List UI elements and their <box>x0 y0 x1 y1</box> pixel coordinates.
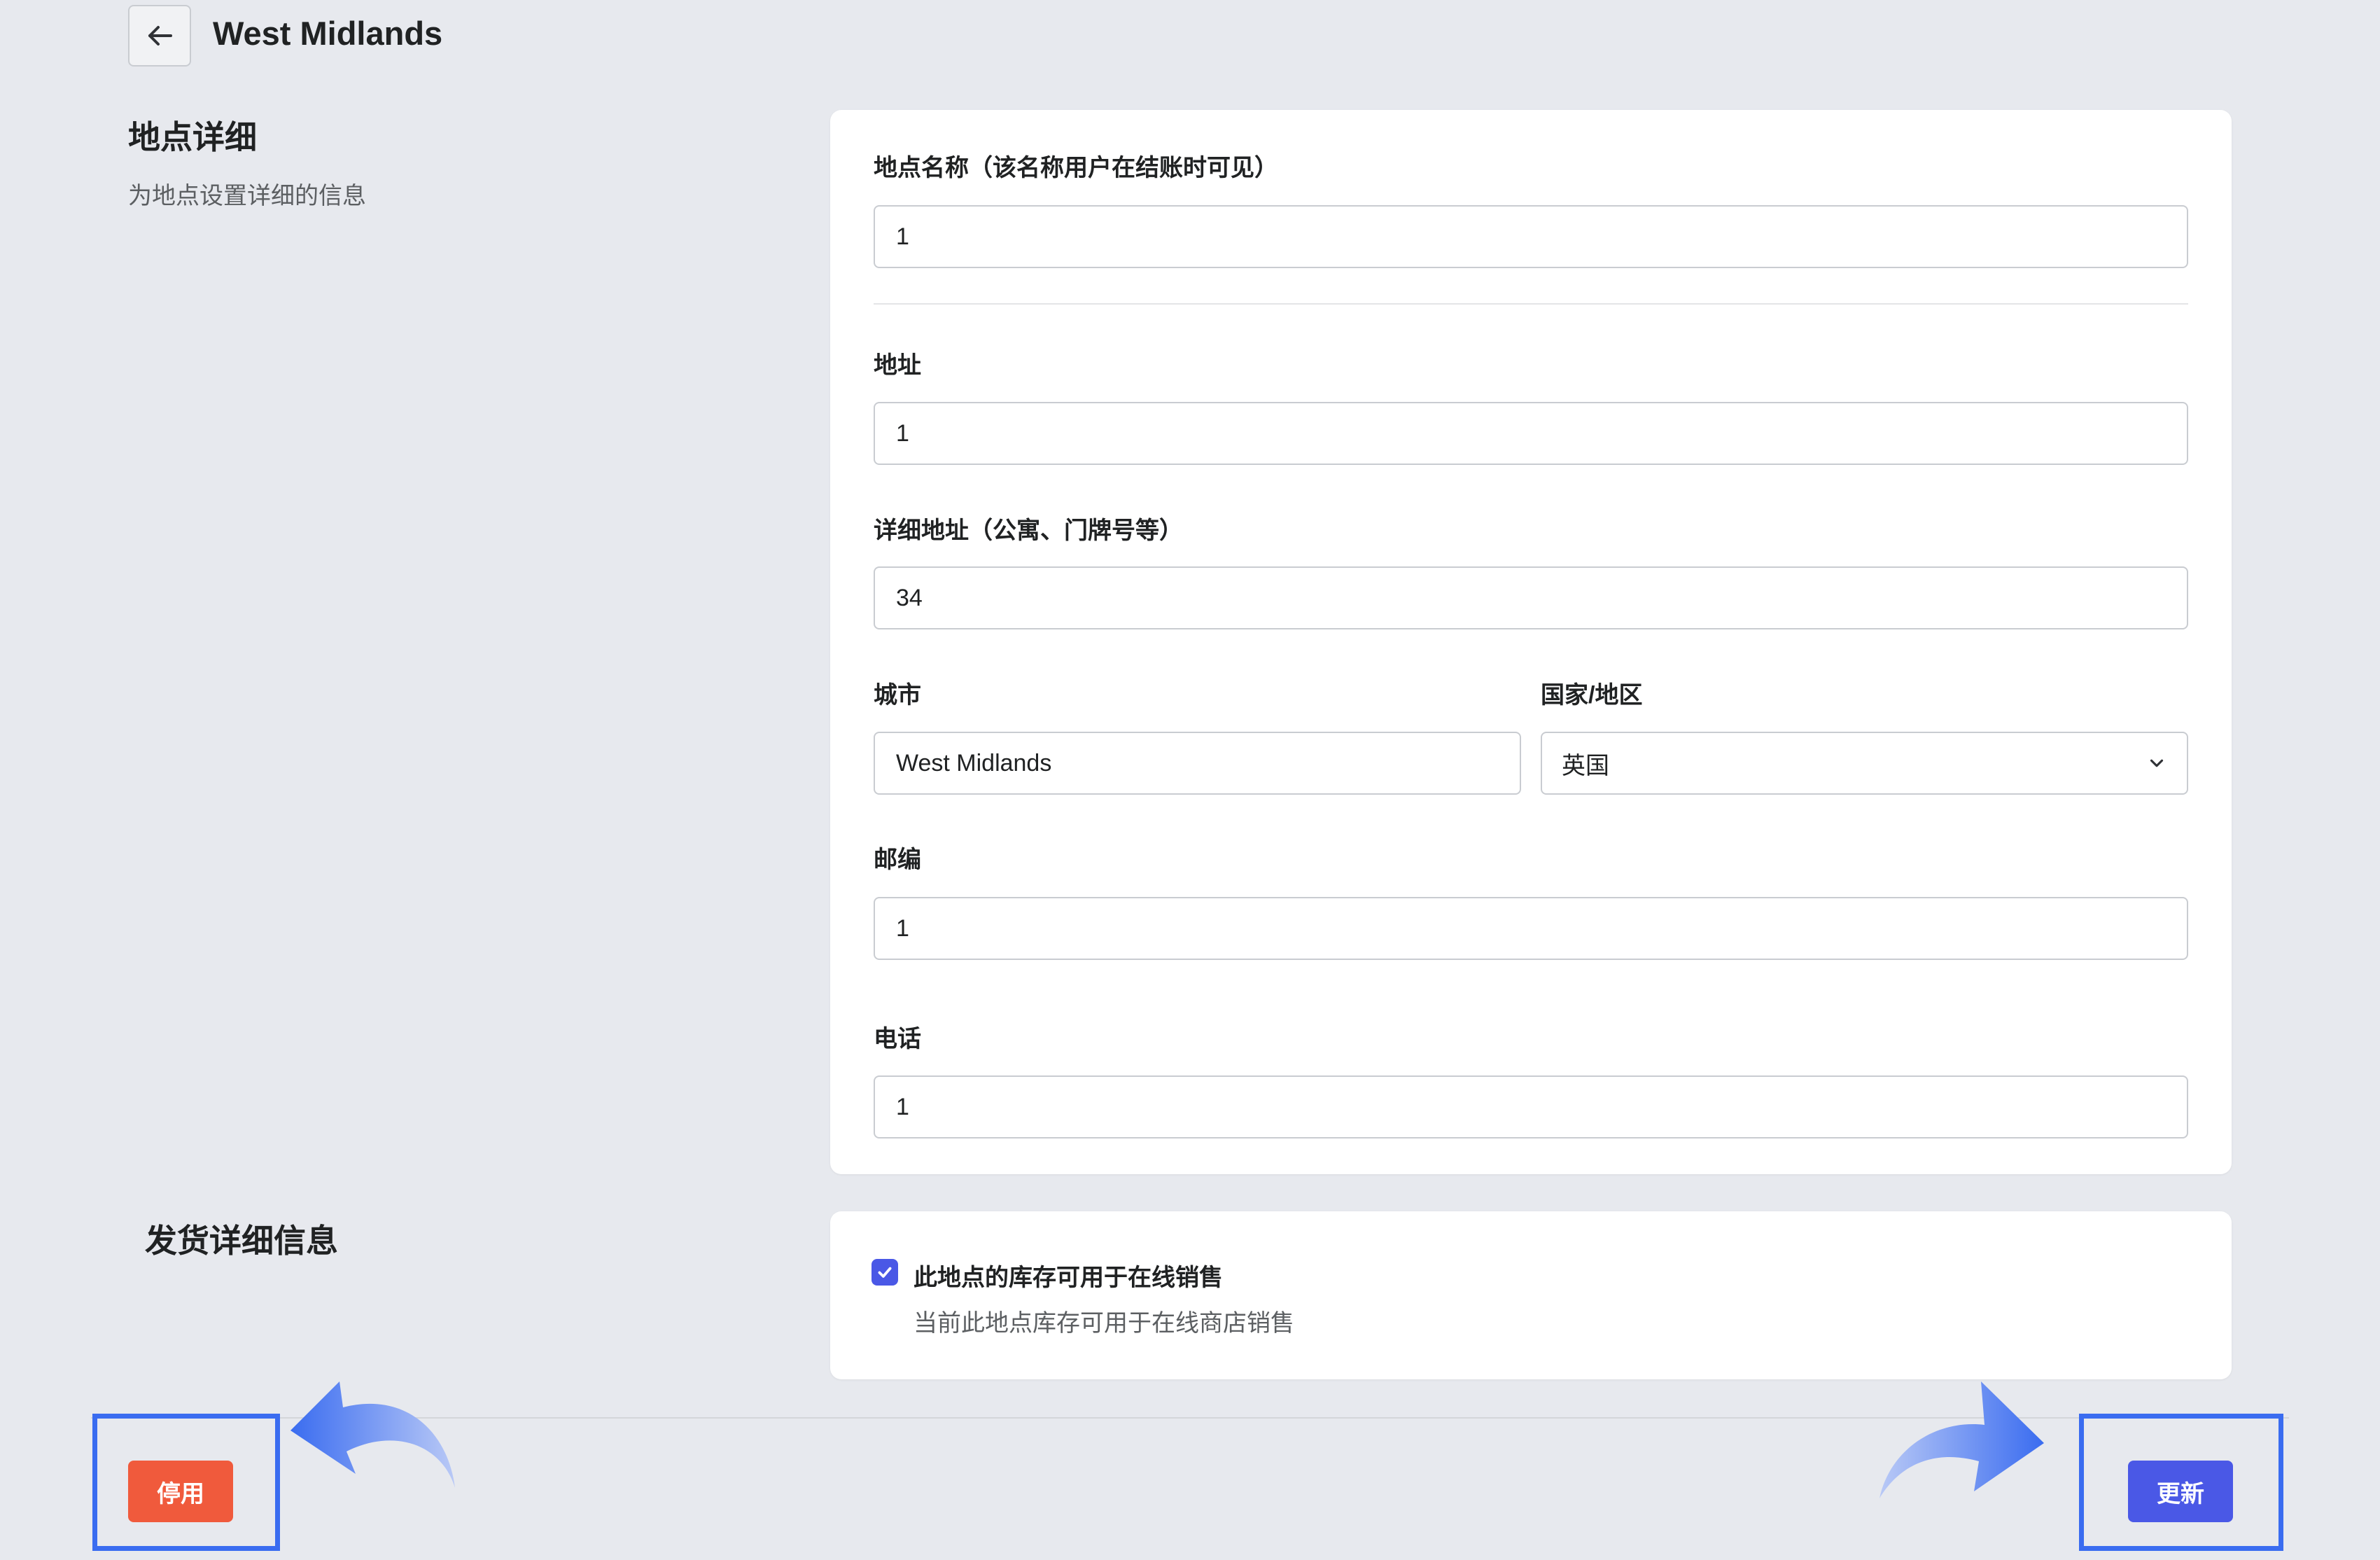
online-sales-label[interactable]: 此地点的库存可用于在线销售 <box>913 1258 1223 1293</box>
page-title: West Midlands <box>213 15 443 52</box>
location-details-card <box>830 110 2232 1174</box>
city-input[interactable] <box>874 732 1521 795</box>
address-input[interactable] <box>874 402 2188 465</box>
shipping-details-card <box>830 1211 2232 1379</box>
online-sales-help: 当前此地点库存可用于在线商店销售 <box>913 1310 1294 1337</box>
country-select-value: 英国 <box>1562 752 1609 779</box>
location-section-title: 地点详细 <box>128 119 257 155</box>
arrow-left-icon <box>148 26 172 46</box>
phone-input[interactable] <box>874 1075 2188 1138</box>
address-label: 地址 <box>874 352 921 379</box>
phone-label: 电话 <box>874 1026 921 1052</box>
deactivate-highlight-box <box>92 1414 280 1551</box>
shipping-section-title: 发货详细信息 <box>145 1223 338 1259</box>
location-name-input[interactable] <box>874 205 2188 268</box>
country-select[interactable]: 英国 <box>1541 732 2188 795</box>
checkmark-icon <box>878 1267 892 1278</box>
update-highlight-box <box>2079 1414 2283 1551</box>
postcode-label: 邮编 <box>874 847 921 873</box>
annotation-arrow-right-icon <box>1879 1381 2044 1498</box>
address2-input[interactable] <box>874 566 2188 629</box>
location-section-subtitle: 为地点设置详细的信息 <box>128 183 366 209</box>
postcode-input[interactable] <box>874 897 2188 960</box>
chevron-down-icon <box>2150 759 2164 767</box>
city-label: 城市 <box>874 682 921 709</box>
online-sales-checkbox[interactable] <box>872 1259 898 1286</box>
back-button[interactable] <box>128 5 191 67</box>
address2-label: 详细地址（公寓、门牌号等） <box>874 517 1183 544</box>
country-label: 国家/地区 <box>1541 682 1643 709</box>
divider <box>874 303 2188 305</box>
annotation-arrow-left-icon <box>290 1381 455 1488</box>
name-label: 地点名称（该名称用户在结账时可见） <box>874 155 1278 181</box>
